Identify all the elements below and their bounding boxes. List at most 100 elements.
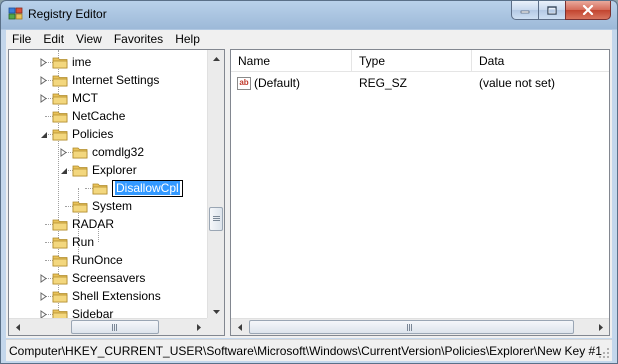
close-button[interactable] (565, 1, 611, 20)
menu-favorites[interactable]: Favorites (108, 30, 169, 48)
thumb-grip-line (112, 324, 113, 331)
maximize-button[interactable] (538, 1, 565, 20)
tree-item-label: Run (72, 235, 95, 249)
tree-item[interactable]: RunOnce (39, 251, 123, 269)
tree-item[interactable]: Shell Extensions (39, 287, 161, 305)
tree-vertical-scroll-thumb[interactable] (209, 207, 223, 231)
folder-icon (52, 55, 68, 69)
thumb-grip-line (213, 220, 220, 221)
resize-grip-icon[interactable] (598, 347, 610, 359)
menu-bar: File Edit View Favorites Help (6, 30, 612, 48)
tree-item[interactable]: NetCache (39, 107, 125, 125)
tree-horizontal-scrollbar[interactable] (9, 318, 207, 335)
tree-item-label: NetCache (72, 109, 126, 123)
tree-item[interactable]: DisallowCpl (79, 179, 183, 197)
scroll-left-button[interactable] (9, 319, 26, 335)
scroll-left-arrow-icon (15, 323, 20, 331)
values-list-pane[interactable]: Name Type Data ab (Default) REG_SZ (valu… (230, 49, 610, 336)
expand-arrow-icon[interactable] (39, 291, 48, 301)
list-horizontal-scroll-thumb[interactable] (249, 320, 574, 334)
tree-horizontal-scroll-thumb[interactable] (71, 320, 159, 334)
column-header-name[interactable]: Name (231, 50, 352, 72)
thumb-grip-line (114, 324, 115, 331)
scroll-up-button[interactable] (208, 50, 224, 67)
value-name: (Default) (254, 76, 301, 90)
tree-item-label: RunOnce (72, 253, 123, 267)
list-header: Name Type Data (231, 50, 609, 72)
tree-item-label: Internet Settings (72, 73, 160, 87)
string-value-icon: ab (237, 76, 251, 90)
list-row[interactable]: ab (Default) REG_SZ (value not set) (231, 74, 609, 92)
tree-item[interactable]: ime (39, 53, 91, 71)
folder-icon (72, 145, 88, 159)
tree-item[interactable]: RADAR (39, 215, 114, 233)
expand-arrow-icon[interactable] (39, 273, 48, 283)
folder-icon (92, 181, 108, 195)
value-data-cell: (value not set) (472, 76, 609, 90)
menu-help[interactable]: Help (169, 30, 206, 48)
window-title: Registry Editor (28, 7, 107, 21)
registry-editor-window: Registry Editor File Edit View Favorites… (0, 0, 618, 364)
thumb-grip-line (407, 324, 408, 331)
scroll-left-button[interactable] (231, 319, 248, 335)
tree-item-label: Shell Extensions (72, 289, 161, 303)
menu-file[interactable]: File (6, 30, 37, 48)
value-data: (value not set) (479, 76, 556, 90)
folder-icon (52, 91, 68, 105)
folder-icon (52, 73, 68, 87)
folder-icon (52, 109, 68, 123)
tree-item[interactable]: Policies (39, 125, 113, 143)
column-header-type[interactable]: Type (352, 50, 472, 72)
rename-key-input[interactable]: DisallowCpl (112, 179, 183, 197)
value-type-cell: REG_SZ (352, 76, 472, 90)
key-tree-pane[interactable]: ime Internet Settings MCT NetCache Policies c… (8, 49, 225, 336)
close-icon (582, 5, 594, 15)
rename-key-text: DisallowCpl (115, 181, 180, 195)
client-area: ime Internet Settings MCT NetCache Policies c… (6, 48, 612, 338)
tree-item[interactable]: System (59, 197, 132, 215)
expand-arrow-icon[interactable] (39, 93, 48, 103)
column-header-data[interactable]: Data (472, 50, 609, 72)
thumb-grip-line (213, 216, 220, 217)
tree-vertical-scrollbar[interactable] (207, 50, 224, 320)
tree-item[interactable]: Run (39, 233, 94, 251)
scroll-right-button[interactable] (190, 319, 207, 335)
tree-item-label: RADAR (72, 217, 115, 231)
scroll-right-arrow-icon (598, 323, 603, 331)
thumb-grip-line (411, 324, 412, 331)
tree-item-label: Screensavers (72, 271, 146, 285)
value-type: REG_SZ (359, 76, 408, 90)
status-bar: Computer\HKEY_CURRENT_USER\Software\Micr… (6, 339, 612, 361)
folder-icon (52, 127, 68, 141)
tree-item[interactable]: Screensavers (39, 269, 145, 287)
status-path: Computer\HKEY_CURRENT_USER\Software\Micr… (9, 343, 602, 358)
expand-arrow-icon[interactable] (39, 75, 48, 85)
minimize-button[interactable] (511, 1, 538, 20)
collapse-arrow-icon[interactable] (39, 130, 48, 139)
tree-item[interactable]: MCT (39, 89, 98, 107)
scroll-right-arrow-icon (196, 323, 201, 331)
expand-arrow-icon[interactable] (59, 147, 68, 157)
tree-item[interactable]: Explorer (59, 161, 137, 179)
expand-arrow-icon[interactable] (39, 57, 48, 67)
thumb-grip-line (409, 324, 410, 331)
folder-icon (52, 289, 68, 303)
scroll-down-arrow-icon (212, 309, 220, 314)
tree-item[interactable]: comdlg32 (59, 143, 144, 161)
scroll-left-arrow-icon (237, 323, 242, 331)
tree-item[interactable]: Internet Settings (39, 71, 159, 89)
scrollbar-corner (207, 318, 224, 335)
folder-icon (52, 235, 68, 249)
title-bar[interactable]: Registry Editor (1, 1, 617, 29)
folder-icon (72, 163, 88, 177)
tree-item-label: Explorer (92, 163, 137, 177)
scroll-right-button[interactable] (592, 319, 609, 335)
collapse-arrow-icon[interactable] (59, 166, 68, 175)
menu-view[interactable]: View (70, 30, 108, 48)
tree-item-label: MCT (72, 91, 98, 105)
list-horizontal-scrollbar[interactable] (231, 318, 609, 335)
menu-edit[interactable]: Edit (37, 30, 70, 48)
